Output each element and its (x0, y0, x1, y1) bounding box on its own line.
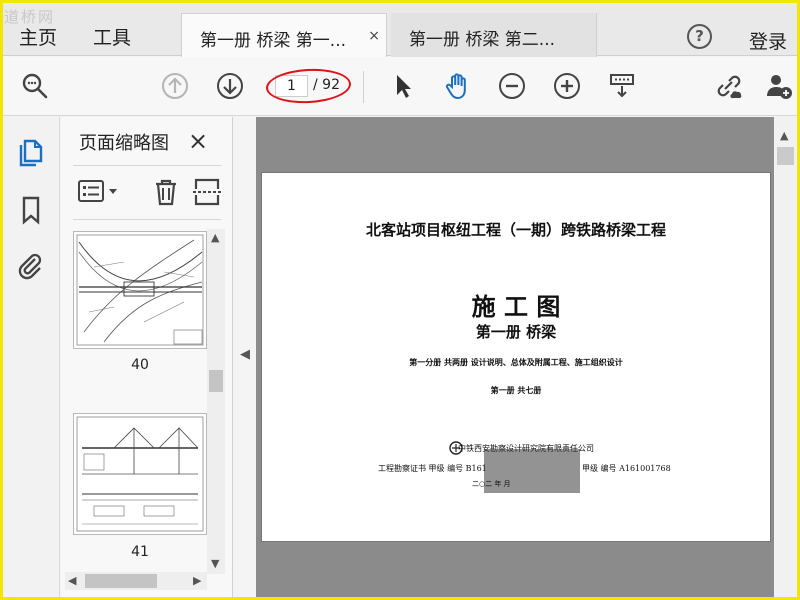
scrollbar-thumb[interactable] (777, 147, 794, 165)
search-icon[interactable] (21, 72, 49, 100)
project-title: 北客站项目枢纽工程（一期）跨铁路桥梁工程 (365, 221, 666, 239)
scrollbar-thumb[interactable] (85, 574, 157, 588)
zoom-in-icon[interactable] (553, 72, 581, 100)
watermark: 道桥网 (4, 8, 56, 26)
tab-bar: 主页 工具 第一册 桥梁 第一... × 第一册 桥梁 第二... ? 登录 (3, 3, 797, 57)
thumbnail-horizontal-scrollbar[interactable]: ◀ ▶ (65, 572, 207, 590)
tab-label: 第一册 桥梁 第二... (409, 30, 556, 50)
add-user-icon[interactable] (765, 72, 793, 100)
certificate-line-2: 甲级 编号 A161001768 (582, 464, 671, 473)
date-line: 二○二 年 月 (472, 480, 511, 488)
next-page-icon[interactable] (216, 72, 244, 100)
thumbnail-vertical-scrollbar[interactable]: ▲ ▼ (207, 229, 225, 574)
page-thumbnail[interactable] (73, 231, 207, 349)
help-icon[interactable]: ? (687, 24, 712, 49)
left-icon-rail (3, 117, 60, 597)
scroll-left-icon[interactable]: ◀ (68, 574, 76, 587)
thumbnail-page-number: 40 (131, 357, 149, 373)
select-arrow-icon[interactable] (389, 72, 417, 100)
thumbnail-options-icon[interactable] (77, 179, 121, 205)
scroll-right-icon[interactable]: ▶ (193, 574, 201, 587)
document-page: 北客站项目枢纽工程（一期）跨铁路桥梁工程 施 工 图 第一册 桥梁 第一分册 共… (261, 172, 771, 542)
page-thumbnail[interactable] (73, 413, 207, 535)
hand-tool-icon[interactable] (443, 72, 471, 100)
page-thumbnails-icon[interactable] (16, 137, 46, 167)
scroll-mode-icon[interactable] (608, 72, 636, 100)
collapse-panel-icon[interactable]: ◀ (240, 347, 250, 362)
certificate-line: 工程勘察证书 甲级 编号 B161 (378, 464, 487, 473)
extract-pages-icon[interactable] (193, 177, 221, 207)
close-icon[interactable]: × (188, 127, 208, 155)
section-line: 第一分册 共两册 设计说明、总体及附属工程、施工组织设计 (409, 357, 623, 367)
panel-collapse-strip[interactable]: ◀ (234, 117, 256, 597)
share-link-icon[interactable] (715, 72, 743, 100)
document-viewer[interactable]: 北客站项目枢纽工程（一期）跨铁路桥梁工程 施 工 图 第一册 桥梁 第一分册 共… (256, 117, 774, 597)
trash-icon[interactable] (151, 177, 181, 207)
attachment-icon[interactable] (16, 251, 46, 281)
scroll-down-icon[interactable]: ▼ (211, 557, 219, 570)
drawing-type: 施 工 图 (471, 292, 561, 321)
divider (73, 219, 221, 220)
panel-title: 页面缩略图 (79, 133, 169, 154)
tab-document-2[interactable]: 第一册 桥梁 第二... (391, 13, 597, 57)
tab-document-1[interactable]: 第一册 桥梁 第一... × (181, 13, 387, 57)
highlight-circle (265, 66, 352, 106)
zoom-out-icon[interactable] (498, 72, 526, 100)
scroll-up-icon[interactable]: ▲ (780, 129, 788, 142)
scroll-up-icon[interactable]: ▲ (211, 231, 219, 244)
previous-page-icon[interactable] (161, 72, 189, 100)
book-line: 第一册 共七册 (490, 385, 542, 395)
document-vertical-scrollbar[interactable]: ▲ (775, 117, 796, 597)
toolbar: 1 / 92 (3, 57, 797, 116)
thumbnail-image (76, 234, 204, 346)
tab-label: 第一册 桥梁 第一... (200, 31, 347, 51)
nav-tools[interactable]: 工具 (93, 23, 131, 50)
login-button[interactable]: 登录 (749, 27, 787, 54)
thumbnail-page-number: 41 (131, 544, 149, 560)
close-icon[interactable]: × (368, 28, 380, 44)
page-thumbnails-panel: 页面缩略图 × 40 41 ▲ ▼ ◀ ▶ (61, 117, 233, 597)
volume-title: 第一册 桥梁 (475, 323, 557, 341)
toolbar-divider (363, 71, 364, 103)
nav-home[interactable]: 主页 (19, 23, 57, 50)
bookmark-icon[interactable] (16, 195, 46, 225)
divider (73, 165, 221, 166)
thumbnail-image (76, 416, 204, 532)
scrollbar-thumb[interactable] (209, 370, 223, 392)
